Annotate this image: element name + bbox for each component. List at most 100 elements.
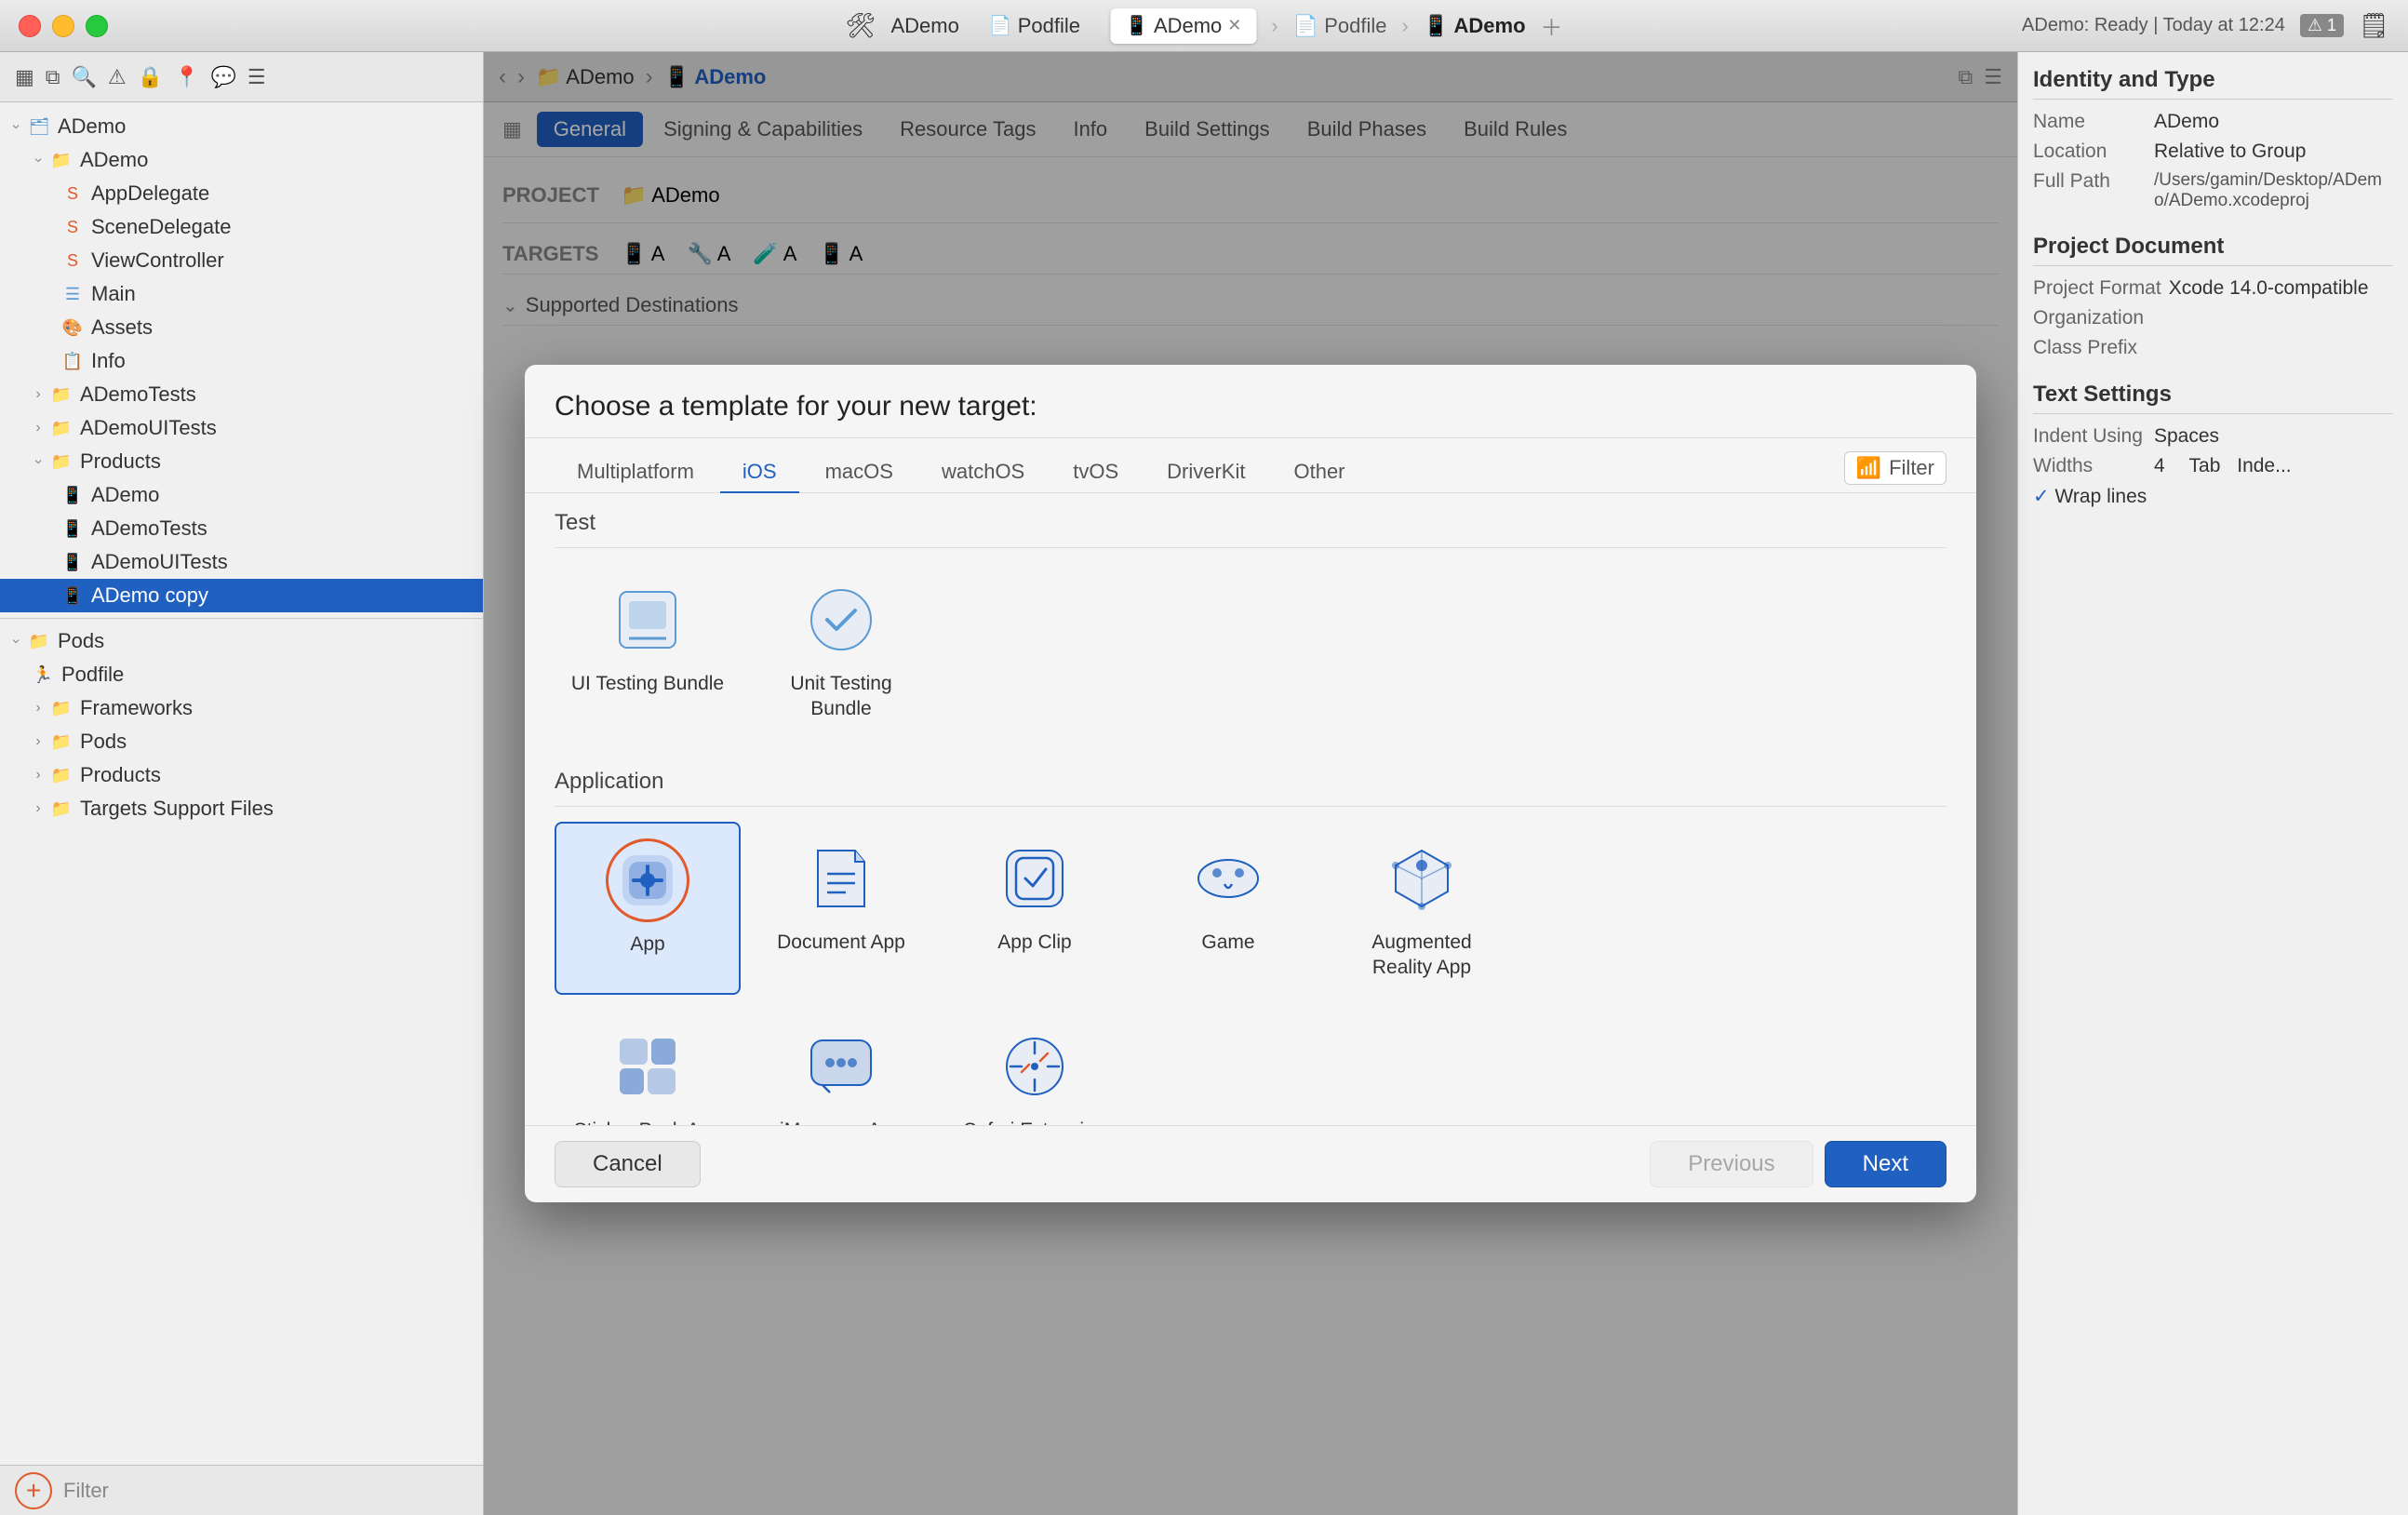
template-sticker-pack[interactable]: Sticker Pack App — [555, 1010, 741, 1125]
add-file-icon[interactable]: 🗒 — [2359, 11, 2389, 40]
folder-icon: 📁 — [26, 628, 52, 654]
sidebar-item-ademotuitests[interactable]: › 📁 ADemoUITests — [0, 411, 483, 445]
sidebar-ademo-copy-label: ADemo copy — [91, 583, 208, 608]
right-panel: Identity and Type Name ADemo Location Re… — [2017, 52, 2408, 1515]
app-clip-label: App Clip — [997, 930, 1071, 955]
sidebar-item-targets-support[interactable]: › 📁 Targets Support Files — [0, 792, 483, 825]
sidebar-item-info[interactable]: 📋 Info — [0, 344, 483, 378]
document-app-icon — [799, 837, 883, 920]
test-section-title: Test — [555, 493, 1946, 548]
modal-tabs: Multiplatform iOS macOS watchOS tvOS — [525, 438, 1976, 493]
safari-ext-icon — [993, 1025, 1077, 1108]
sidebar-products-pods-label: Products — [80, 763, 161, 787]
add-target-button[interactable]: + — [15, 1472, 52, 1509]
sidebar-item-viewcontroller[interactable]: S ViewController — [0, 244, 483, 277]
folder-icon: 📁 — [48, 382, 74, 408]
podfile-breadcrumb: 📄 Podfile — [1293, 14, 1387, 38]
fullpath-value: /Users/gamin/Desktop/ADemo/ADemo.xcodepr… — [2154, 170, 2393, 211]
sidebar-item-ademo-project[interactable]: › 📁 ADemo — [0, 143, 483, 177]
modal-title: Choose a template for your new target: — [555, 391, 1037, 422]
filter-input-container[interactable]: 📶 Filter — [1844, 451, 1946, 485]
template-app[interactable]: App — [555, 822, 741, 996]
sidebar-item-podfile[interactable]: 🏃 Podfile — [0, 658, 483, 691]
minimize-button[interactable] — [52, 15, 74, 37]
close-tab-icon[interactable]: ✕ — [1227, 16, 1241, 35]
folder-icon: 📁 — [48, 762, 74, 788]
sidebar-item-pods-sub[interactable]: › 📁 Pods — [0, 725, 483, 758]
cancel-button[interactable]: Cancel — [555, 1141, 701, 1187]
modal-tab-other[interactable]: Other — [1271, 452, 1367, 493]
template-safari-ext[interactable]: Safari Extension App — [942, 1010, 1128, 1125]
sidebar-item-root[interactable]: › 🗂 ADemo — [0, 110, 483, 143]
location-row: Location Relative to Group — [2033, 141, 2393, 163]
unit-testing-icon — [799, 578, 883, 662]
wrap-lines-value: ✓ Wrap lines — [2033, 485, 2393, 508]
next-button[interactable]: Next — [1825, 1141, 1946, 1187]
sidebar-targets-support-label: Targets Support Files — [80, 797, 274, 821]
sidebar-item-assets[interactable]: 🎨 Assets — [0, 311, 483, 344]
modal-tab-driverkit[interactable]: DriverKit — [1144, 452, 1267, 493]
template-document-app[interactable]: Document App — [748, 822, 934, 996]
sidebar-icon-8[interactable]: ☰ — [247, 65, 266, 89]
sidebar-footer: + Filter — [0, 1465, 483, 1515]
location-label: Location — [2033, 141, 2154, 163]
sidebar-icon-5[interactable]: 🔒 — [138, 65, 163, 89]
name-row: Name ADemo — [2033, 111, 2393, 133]
class-prefix-label: Class Prefix — [2033, 337, 2154, 359]
sidebar-item-ademouitests-app[interactable]: 📱 ADemoUITests — [0, 545, 483, 579]
close-button[interactable] — [19, 15, 41, 37]
sidebar-item-appdelegate[interactable]: S AppDelegate — [0, 177, 483, 210]
build-badge: ⚠ 1 — [2300, 14, 2344, 37]
tab-label: Tab — [2189, 455, 2221, 476]
main-layout: ▦ ⧉ 🔍 ⚠ 🔒 📍 💬 ☰ › 🗂 ADemo › 📁 ADemo — [0, 52, 2408, 1515]
sidebar-icon-6[interactable]: 📍 — [174, 65, 199, 89]
sidebar-item-scenedelegate[interactable]: S SceneDelegate — [0, 210, 483, 244]
sticker-pack-icon — [606, 1025, 689, 1108]
template-unit-testing[interactable]: Unit Testing Bundle — [748, 563, 934, 737]
sidebar-icon-7[interactable]: 💬 — [210, 65, 235, 89]
modal-footer: Cancel Previous Next — [525, 1125, 1976, 1202]
template-game[interactable]: Game — [1135, 822, 1321, 996]
sidebar-icon-3[interactable]: 🔍 — [72, 65, 97, 89]
folder-icon: 📁 — [48, 449, 74, 475]
widths-row: Widths 4 Tab Inde... — [2033, 455, 2393, 477]
modal-tab-macos[interactable]: macOS — [803, 452, 916, 493]
maximize-button[interactable] — [86, 15, 108, 37]
sidebar-ademouitests-label: ADemoUITests — [80, 416, 217, 440]
tab-podfile-inactive[interactable]: 📄 Podfile — [974, 8, 1095, 44]
project-document-title: Project Document — [2033, 234, 2393, 266]
test-template-grid: UI Testing Bundle Unit Testing Bundle — [555, 548, 1946, 752]
widths-value: 4 Tab Inde... — [2154, 455, 2393, 477]
folder-icon: 📁 — [48, 415, 74, 441]
sidebar-icon-1[interactable]: ▦ — [15, 65, 34, 89]
sidebar-icon-4[interactable]: ⚠ — [108, 65, 127, 89]
chevron-icon: › — [30, 386, 47, 403]
template-imessage-app[interactable]: iMessage App — [748, 1010, 934, 1125]
application-template-grid: App — [555, 807, 1946, 1011]
modal-tab-multiplatform[interactable]: Multiplatform — [555, 452, 716, 493]
previous-button[interactable]: Previous — [1650, 1141, 1813, 1187]
sidebar-item-products-pods[interactable]: › 📁 Products — [0, 758, 483, 792]
sidebar-item-products[interactable]: › 📁 Products — [0, 445, 483, 478]
nav-add-icon[interactable]: ＋ — [1541, 9, 1563, 42]
template-app-clip[interactable]: App Clip — [942, 822, 1128, 996]
nav-arrow: › — [1271, 14, 1278, 38]
sidebar-item-pods-root[interactable]: › 📁 Pods — [0, 624, 483, 658]
modal-tab-watchos[interactable]: watchOS — [919, 452, 1047, 493]
identity-type-title: Identity and Type — [2033, 67, 2393, 100]
sidebar-podfile-label: Podfile — [61, 663, 124, 687]
template-ar-app[interactable]: Augmented Reality App — [1329, 822, 1515, 996]
template-ui-testing[interactable]: UI Testing Bundle — [555, 563, 741, 737]
sidebar-item-ademo-copy[interactable]: 📱 ADemo copy — [0, 579, 483, 612]
sidebar-item-main[interactable]: ☰ Main — [0, 277, 483, 311]
sidebar-item-ademotests-app[interactable]: 📱 ADemoTests — [0, 512, 483, 545]
swift-icon: S — [60, 214, 86, 240]
swift-icon: S — [60, 181, 86, 207]
tab-ademo-active[interactable]: 📱 ADemo ✕ — [1110, 8, 1256, 44]
sidebar-icon-2[interactable]: ⧉ — [46, 65, 60, 89]
sidebar-item-ademotests[interactable]: › 📁 ADemoTests — [0, 378, 483, 411]
sidebar-item-frameworks[interactable]: › 📁 Frameworks — [0, 691, 483, 725]
modal-tab-tvos[interactable]: tvOS — [1050, 452, 1141, 493]
modal-tab-ios[interactable]: iOS — [720, 452, 799, 493]
sidebar-item-ademo-app[interactable]: 📱 ADemo — [0, 478, 483, 512]
